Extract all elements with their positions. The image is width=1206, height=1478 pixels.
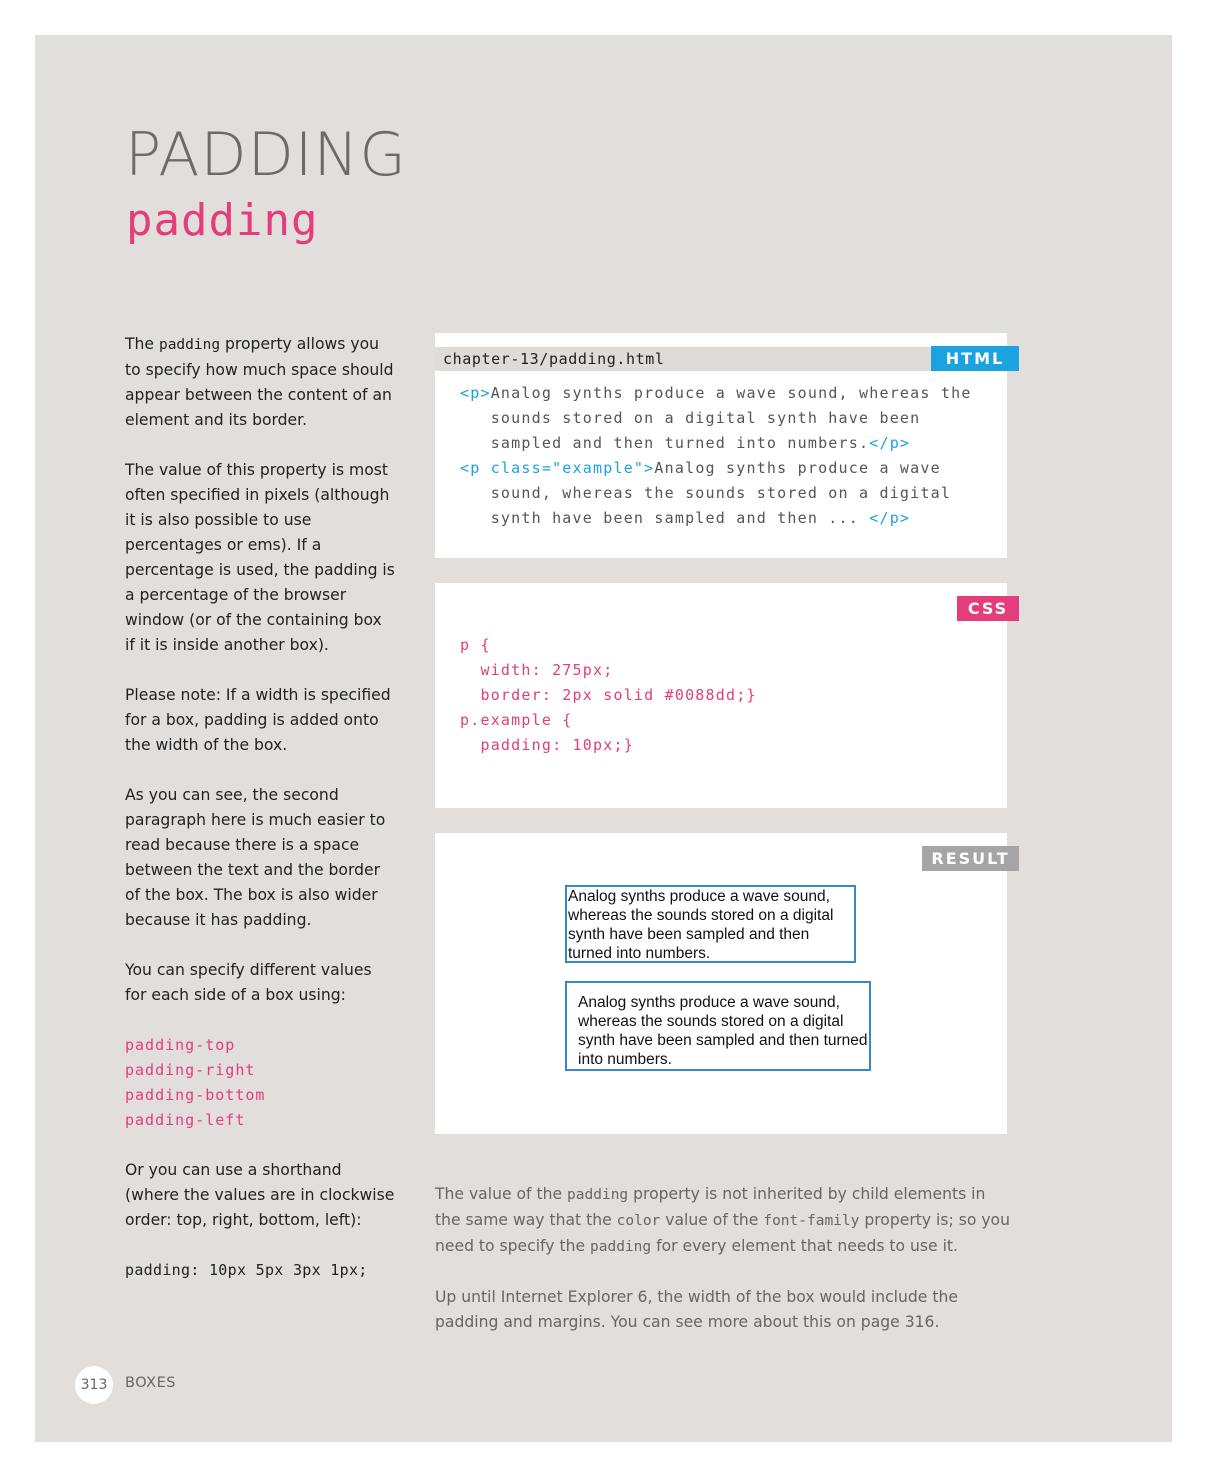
intro-paragraph-5: You can specify different values for eac… (125, 961, 372, 1004)
intro-paragraph-1: The padding property allows you to speci… (125, 335, 394, 429)
inline-code: padding (567, 1187, 629, 1203)
inline-code: padding (158, 337, 221, 353)
result-tag-label: RESULT (922, 846, 1019, 871)
section-name: BOXES (125, 1375, 176, 1391)
html-tag-label: HTML (931, 346, 1019, 371)
result-panel: RESULT Analog synths produce a wave soun… (435, 833, 1019, 1134)
note-paragraph-1: The value of the padding property is not… (435, 1185, 1010, 1255)
intro-paragraph-3: Please note: If a width is specified for… (125, 686, 391, 754)
intro-paragraph-6: Or you can use a shorthand (where the va… (125, 1161, 395, 1229)
property-item: padding-left (125, 1111, 246, 1129)
inline-code: font-family (763, 1213, 860, 1229)
result-paragraph-padded: Analog synths produce a wave sound, wher… (565, 981, 871, 1071)
css-code: p { width: 275px; border: 2px solid #008… (460, 636, 757, 754)
shorthand-example: padding: 10px 5px 3px 1px; (125, 1261, 368, 1279)
html-code-panel: chapter-13/padding.html HTML <p>Analog s… (435, 333, 1019, 558)
page: PADDING padding The padding property all… (35, 35, 1172, 1442)
property-list: padding-top padding-right padding-bottom… (125, 1033, 395, 1133)
intro-paragraph-4: As you can see, the second paragraph her… (125, 786, 386, 929)
note-paragraph-2: Up until Internet Explorer 6, the width … (435, 1288, 958, 1331)
inline-code: padding (590, 1239, 652, 1255)
notes-section: The value of the padding property is not… (435, 1182, 1015, 1360)
css-tag-label: CSS (957, 596, 1019, 621)
page-title: PADDING (125, 120, 407, 190)
page-subtitle: padding (126, 195, 319, 246)
html-code: <p>Analog synths produce a wave sound, w… (460, 384, 972, 527)
result-paragraph-plain: Analog synths produce a wave sound, wher… (565, 885, 856, 963)
inline-code: color (616, 1213, 661, 1229)
property-item: padding-right (125, 1061, 256, 1079)
page-number: 313 (75, 1366, 113, 1404)
intro-column: The padding property allows you to speci… (125, 332, 395, 1283)
file-name-bar: chapter-13/padding.html (435, 347, 939, 371)
intro-paragraph-2: The value of this property is most often… (125, 461, 395, 654)
property-item: padding-top (125, 1036, 236, 1054)
property-item: padding-bottom (125, 1086, 266, 1104)
